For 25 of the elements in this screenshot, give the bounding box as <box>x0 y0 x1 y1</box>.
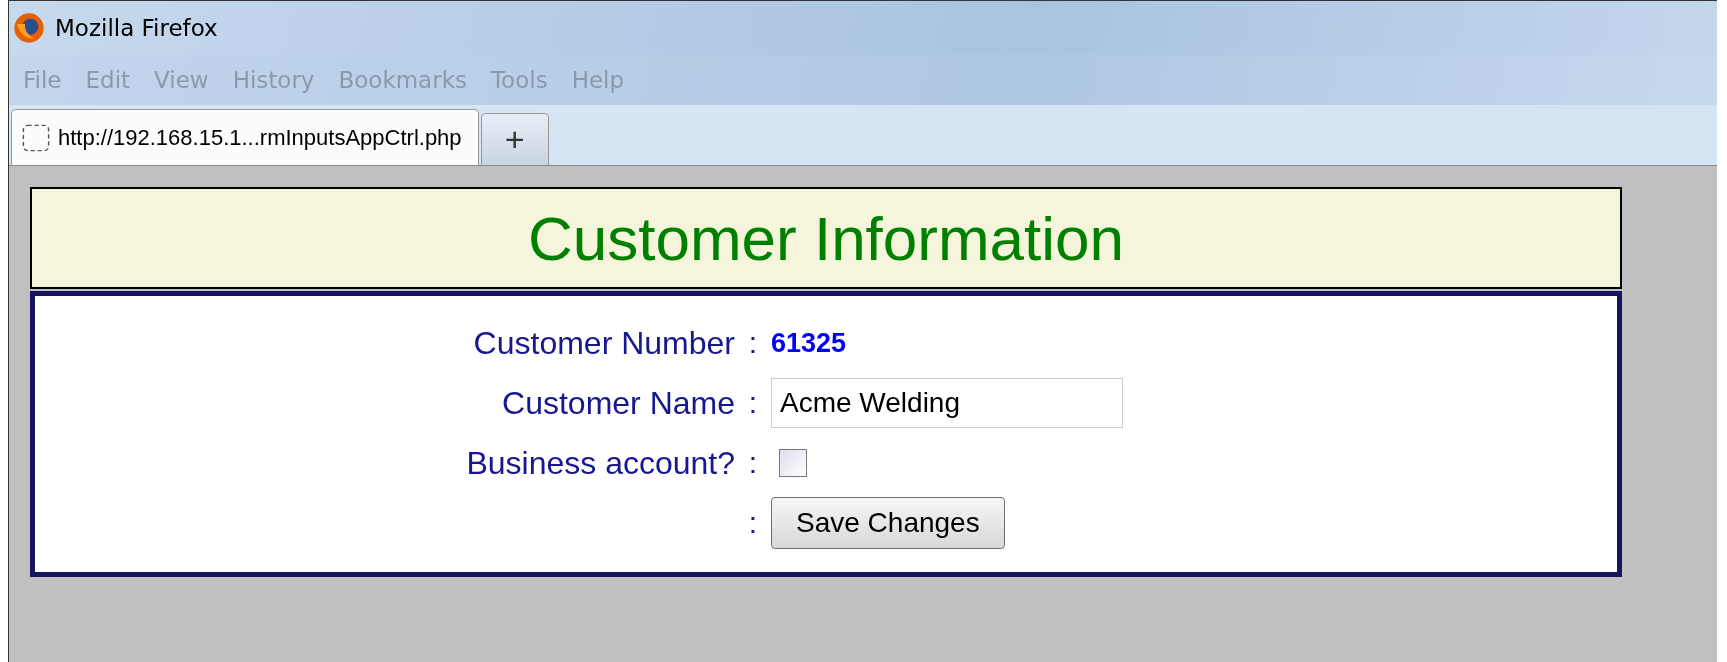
colon-separator: : <box>747 446 759 480</box>
field-label: Business account? <box>466 444 735 481</box>
page-heading: Customer Information <box>527 202 1125 274</box>
field-label: Customer Name <box>502 384 735 421</box>
colon-separator: : <box>747 386 759 420</box>
customer-number: 61325 <box>771 327 847 359</box>
menu-item[interactable]: Help <box>571 67 625 93</box>
name-input-field[interactable]: Acme Welding <box>771 378 1123 428</box>
menu-item[interactable]: History <box>232 67 315 93</box>
menu-item[interactable]: Tools <box>490 67 548 93</box>
colon-separator: : <box>747 326 759 360</box>
menu-item[interactable]: View <box>154 67 209 93</box>
blank-page-icon <box>22 123 50 152</box>
colon-separator: : <box>747 506 759 540</box>
menu-item[interactable]: Edit <box>85 67 131 93</box>
new-tab-button[interactable]: + <box>480 113 549 165</box>
business-checkbox[interactable] <box>779 449 807 477</box>
menu-item[interactable]: File <box>23 67 62 93</box>
save-button[interactable]: Save Changes <box>771 497 1005 549</box>
browser-tab[interactable]: http://192.168.15.1...rmInputsAppCtrl.php <box>11 109 479 165</box>
window-title: Mozilla Firefox <box>55 15 218 41</box>
menu-item[interactable]: Bookmarks <box>338 67 467 93</box>
firefox-logo-icon <box>13 12 45 44</box>
tab-title: http://192.168.15.1...rmInputsAppCtrl.php <box>58 124 462 151</box>
field-label: Customer Number <box>473 324 735 361</box>
